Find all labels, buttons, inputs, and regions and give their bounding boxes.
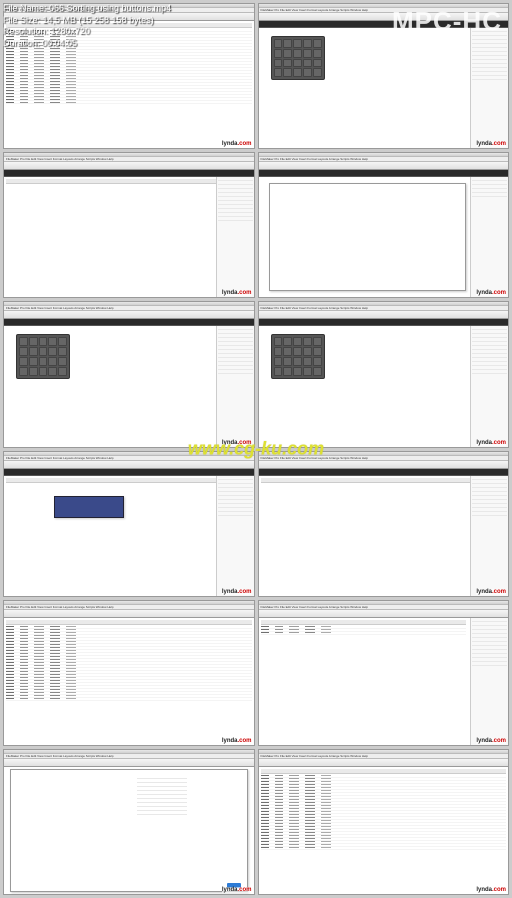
info-resolution: Resolution: 1280x720 xyxy=(3,26,171,38)
thumbnail-7[interactable]: FileMaker Pro File Edit View Insert Form… xyxy=(258,451,510,597)
thumbnail-4[interactable]: FileMaker Pro File Edit View Insert Form… xyxy=(3,301,255,447)
file-info: File Name: 066 Sorting using buttons.mp4… xyxy=(3,3,171,50)
inspector-panel xyxy=(470,177,508,297)
inspector-panel xyxy=(470,28,508,148)
info-filesize: File Size: 14,5 MB (15 258 158 bytes) xyxy=(3,15,171,27)
button-palette[interactable] xyxy=(271,334,325,378)
brand: lynda.com xyxy=(222,141,252,147)
thumbnail-8[interactable]: FileMaker Pro File Edit View Insert Form… xyxy=(3,600,255,746)
thumbnail-10[interactable]: FileMaker Pro File Edit View Insert Form… xyxy=(3,749,255,895)
button-palette[interactable] xyxy=(16,334,70,378)
info-filename: File Name: 066 Sorting using buttons.mp4 xyxy=(3,3,171,15)
thumbnail-grid: FileMaker Pro File Edit View Insert Form… xyxy=(0,0,512,898)
thumbnail-11[interactable]: FileMaker Pro File Edit View Insert Form… xyxy=(258,749,510,895)
player-logo: MPC-HC xyxy=(392,6,502,37)
sort-popup[interactable] xyxy=(54,496,124,518)
inspector-panel xyxy=(216,177,254,297)
info-duration: Duration: 00:04:05 xyxy=(3,38,171,50)
thumbnail-3[interactable]: FileMaker Pro File Edit View Insert Form… xyxy=(258,152,510,298)
palette-btn[interactable] xyxy=(274,39,283,48)
settings-dialog[interactable] xyxy=(269,183,467,291)
thumbnail-9[interactable]: FileMaker Pro File Edit View Insert Form… xyxy=(258,600,510,746)
thumbnail-6[interactable]: FileMaker Pro File Edit View Insert Form… xyxy=(3,451,255,597)
thumbnail-5[interactable]: FileMaker Pro File Edit View Insert Form… xyxy=(258,301,510,447)
thumbnail-2[interactable]: FileMaker Pro File Edit View Insert Form… xyxy=(3,152,255,298)
button-palette[interactable] xyxy=(271,36,325,80)
sort-dialog[interactable] xyxy=(10,769,248,892)
